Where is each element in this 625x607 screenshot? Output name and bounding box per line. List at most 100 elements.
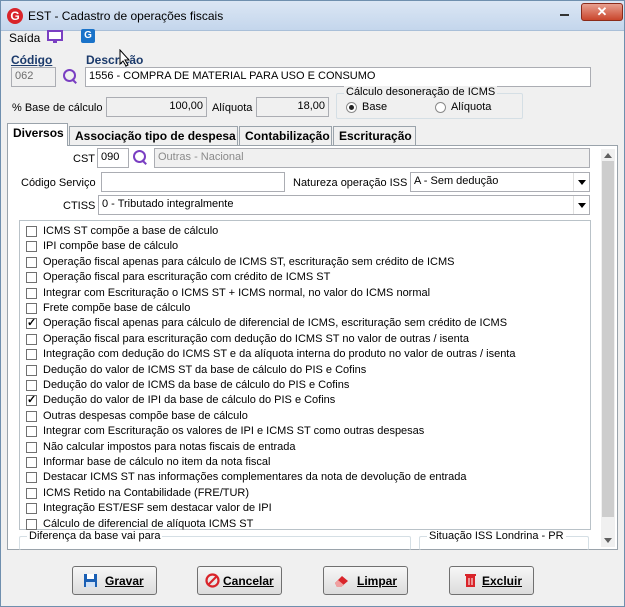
option-checkbox-row[interactable]: ICMS ST compõe a base de cálculo [26, 224, 526, 239]
limpar-button[interactable]: Limpar [323, 566, 408, 595]
checkbox[interactable] [26, 272, 37, 284]
radio-aliquota-label[interactable]: Alíquota [451, 101, 491, 113]
checkbox-label[interactable]: IPI compõe base de cálculo [43, 240, 178, 252]
gravar-label: Gravar [105, 574, 144, 588]
radio-base-label[interactable]: Base [362, 101, 387, 113]
option-checkbox-row[interactable]: Frete compõe base de cálculo [26, 301, 526, 316]
scroll-up-icon[interactable] [604, 153, 612, 158]
title-bar: G EST - Cadastro de operações fiscais ✕ [1, 1, 624, 31]
option-checkbox-row[interactable]: Dedução do valor de ICMS da base de cálc… [26, 378, 526, 393]
checkbox[interactable] [26, 349, 37, 361]
checkbox[interactable] [26, 457, 37, 468]
checkbox-label[interactable]: Integração EST/ESF sem destacar valor de… [43, 502, 272, 514]
natureza-value: A - Sem dedução [414, 175, 499, 187]
checkbox-label[interactable]: Integração com dedução do ICMS ST e da a… [43, 348, 515, 360]
option-checkbox-row[interactable]: Operação fiscal para escrituração com de… [26, 332, 526, 347]
option-checkbox-row[interactable]: Integração EST/ESF sem destacar valor de… [26, 501, 526, 516]
cst-field[interactable]: 090 [97, 148, 129, 168]
chevron-down-icon[interactable] [573, 196, 589, 214]
diferenca-group-label: Diferença da base vai para [27, 530, 163, 542]
panel-scrollbar[interactable] [601, 149, 615, 547]
option-checkbox-row[interactable]: Dedução do valor de ICMS ST da base de c… [26, 363, 526, 378]
desoneracao-group-label: Cálculo desoneração de ICMS [344, 86, 498, 98]
checkbox[interactable] [26, 241, 37, 253]
checkbox-label[interactable]: Informar base de cálculo no item da nota… [43, 456, 270, 468]
main-window: G EST - Cadastro de operações fiscais ✕ … [0, 0, 625, 607]
search-codigo-icon[interactable] [62, 68, 78, 84]
checkbox[interactable] [26, 226, 37, 237]
checkbox-label[interactable]: Cálculo de diferencial de alíquota ICMS … [43, 518, 253, 530]
scroll-down-icon[interactable] [604, 538, 612, 543]
scroll-thumb[interactable] [602, 161, 614, 517]
menu-saida[interactable]: Saída [9, 31, 40, 45]
option-checkbox-row[interactable]: Informar base de cálculo no item da nota… [26, 455, 526, 470]
checkbox-label[interactable]: Destacar ICMS ST nas informações complem… [43, 471, 467, 483]
checkbox[interactable] [26, 441, 37, 453]
app-g-icon[interactable]: G [81, 29, 95, 43]
checkbox-label[interactable]: Operação fiscal para escrituração com cr… [43, 271, 330, 283]
aliquota-field[interactable]: 18,00 [256, 97, 329, 117]
checkbox[interactable] [26, 518, 37, 530]
radio-aliquota[interactable] [435, 102, 446, 113]
checkbox[interactable] [26, 256, 37, 268]
checkbox-label[interactable]: Dedução do valor de ICMS da base de cálc… [43, 379, 349, 391]
checkbox[interactable] [26, 426, 37, 438]
codigo-servico-field[interactable] [101, 172, 285, 192]
base-calculo-field[interactable]: 100,00 [106, 97, 207, 117]
monitor-icon[interactable] [47, 30, 63, 43]
option-checkbox-row[interactable]: Destacar ICMS ST nas informações complem… [26, 470, 526, 485]
tab-diversos[interactable]: Diversos [7, 123, 68, 146]
tab-escrituracao[interactable]: Escrituração [333, 126, 416, 145]
checkbox-label[interactable]: Operação fiscal para escrituração com de… [43, 333, 469, 345]
option-checkbox-row[interactable]: IPI compõe base de cálculo [26, 239, 526, 254]
tab-associacao[interactable]: Associação tipo de despesa [69, 126, 238, 145]
checkbox-label[interactable]: Dedução do valor de IPI da base de cálcu… [43, 394, 335, 406]
checkbox-label[interactable]: ICMS Retido na Contabilidade (FRE/TUR) [43, 487, 249, 499]
excluir-button[interactable]: Excluir [449, 566, 534, 595]
checkbox[interactable] [26, 380, 37, 391]
radio-base[interactable] [346, 102, 357, 113]
descricao-field[interactable]: 1556 - COMPRA DE MATERIAL PARA USO E CON… [85, 67, 591, 87]
codigo-field[interactable]: 062 [11, 67, 56, 87]
close-button[interactable]: ✕ [581, 3, 623, 21]
option-checkbox-row[interactable]: Dedução do valor de IPI da base de cálcu… [26, 393, 526, 408]
option-checkbox-row[interactable]: Não calcular impostos para notas fiscais… [26, 440, 526, 455]
situacao-iss-group-label: Situação ISS Londrina - PR [427, 530, 566, 542]
ctiss-select[interactable]: 0 - Tributado integralmente [98, 195, 590, 215]
checkbox-label[interactable]: Integrar com Escrituração o ICMS ST + IC… [43, 287, 430, 299]
option-checkbox-row[interactable]: Outras despesas compõe base de cálculo [26, 409, 526, 424]
checkbox[interactable] [26, 364, 37, 376]
checkbox-label[interactable]: ICMS ST compõe a base de cálculo [43, 225, 218, 237]
tab-contabilizacao[interactable]: Contabilização [239, 126, 332, 145]
checkbox[interactable] [26, 333, 37, 345]
checkbox[interactable] [26, 410, 37, 422]
option-checkbox-row[interactable]: Integrar com Escrituração o ICMS ST + IC… [26, 286, 526, 301]
checkbox-label[interactable]: Operação fiscal apenas para cálculo de d… [43, 317, 507, 329]
natureza-select[interactable]: A - Sem dedução [410, 172, 590, 192]
checkbox-label[interactable]: Outras despesas compõe base de cálculo [43, 410, 248, 422]
checkbox[interactable] [26, 503, 37, 515]
chevron-down-icon[interactable] [573, 173, 589, 191]
checkbox[interactable] [26, 393, 37, 407]
checkbox[interactable] [26, 316, 37, 330]
option-checkbox-row[interactable]: Integrar com Escrituração os valores de … [26, 424, 526, 439]
checkbox-label[interactable]: Frete compõe base de cálculo [43, 302, 190, 314]
option-checkbox-row[interactable]: Integração com dedução do ICMS ST e da a… [26, 347, 526, 362]
option-checkbox-row[interactable]: Operação fiscal para escrituração com cr… [26, 270, 526, 285]
checkbox-label[interactable]: Dedução do valor de ICMS ST da base de c… [43, 364, 366, 376]
base-calculo-label: % Base de cálculo [12, 102, 103, 114]
checkbox-label[interactable]: Integrar com Escrituração os valores de … [43, 425, 424, 437]
option-checkbox-row[interactable]: ICMS Retido na Contabilidade (FRE/TUR) [26, 486, 526, 501]
option-checkbox-row[interactable]: Operação fiscal apenas para cálculo de d… [26, 316, 526, 331]
cancelar-button[interactable]: Cancelar [197, 566, 282, 595]
checkbox[interactable] [26, 287, 37, 299]
gravar-button[interactable]: Gravar [72, 566, 157, 595]
checkbox-label[interactable]: Operação fiscal apenas para cálculo de I… [43, 256, 454, 268]
checkbox[interactable] [26, 487, 37, 499]
option-checkbox-row[interactable]: Operação fiscal apenas para cálculo de I… [26, 255, 526, 270]
checkbox[interactable] [26, 303, 37, 314]
checkbox-label[interactable]: Não calcular impostos para notas fiscais… [43, 441, 296, 453]
search-cst-icon[interactable] [132, 149, 148, 165]
checkbox[interactable] [26, 472, 37, 484]
minimize-button[interactable] [551, 3, 578, 21]
